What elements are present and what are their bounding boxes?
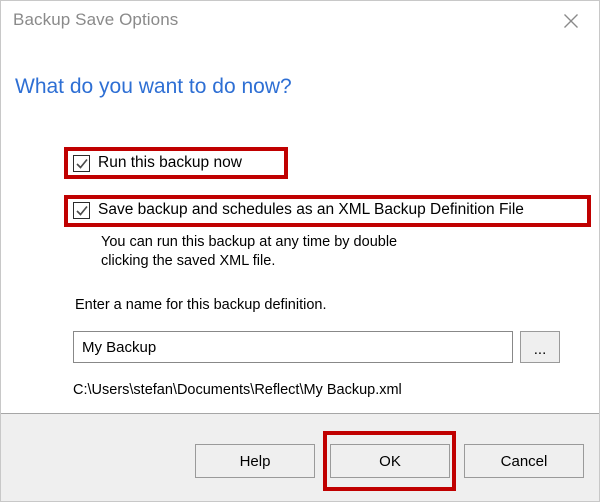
checkbox-save-xml-definition[interactable]: Save backup and schedules as an XML Back… <box>73 201 524 219</box>
browse-button[interactable]: ... <box>520 331 560 363</box>
checkbox-label-run-backup-now: Run this backup now <box>98 154 242 171</box>
checkbox-label-save-xml-definition: Save backup and schedules as an XML Back… <box>98 201 524 218</box>
checkbox-box-save-xml-definition[interactable] <box>73 201 90 219</box>
help-description-text: You can run this backup at any time by d… <box>101 234 398 269</box>
title-bar: Backup Save Options <box>1 1 599 45</box>
close-button[interactable] <box>549 3 593 39</box>
help-button[interactable]: Help <box>195 444 315 478</box>
backup-save-options-dialog: Backup Save Options What do you want to … <box>0 0 600 502</box>
page-title: What do you want to do now? <box>15 75 292 98</box>
backup-name-label: Enter a name for this backup definition. <box>75 297 327 313</box>
close-x-icon <box>563 13 579 29</box>
window-title: Backup Save Options <box>13 10 179 29</box>
backup-name-input[interactable] <box>73 331 513 363</box>
save-path-preview: C:\Users\stefan\Documents\Reflect\My Bac… <box>73 382 402 398</box>
checkbox-box-run-backup-now[interactable] <box>73 154 90 172</box>
checkbox-run-backup-now[interactable]: Run this backup now <box>73 154 242 172</box>
ok-button[interactable]: OK <box>330 444 450 478</box>
cancel-button[interactable]: Cancel <box>464 444 584 478</box>
